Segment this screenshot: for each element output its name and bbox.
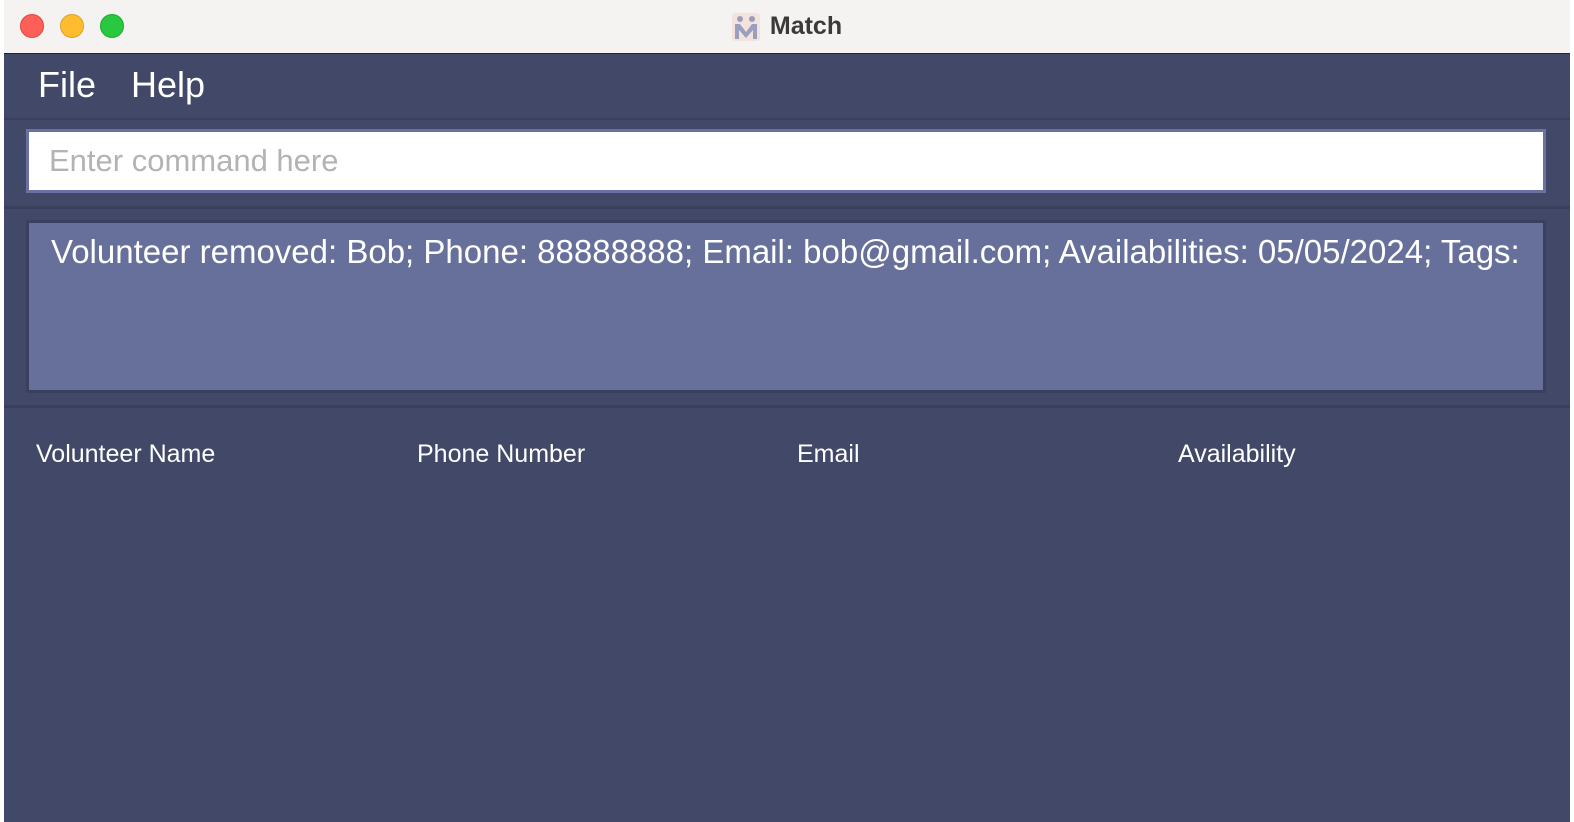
volunteer-list[interactable]: Volunteer Name Phone Number Email Availa…: [4, 408, 1570, 822]
command-input[interactable]: [26, 129, 1546, 193]
command-pane: [4, 120, 1570, 209]
title-group: Match: [4, 0, 1570, 53]
window-title: Match: [769, 12, 843, 40]
column-header-email: Email: [797, 440, 860, 468]
match-app-icon: [731, 12, 760, 41]
column-header-volunteer-name: Volunteer Name: [36, 440, 216, 468]
column-header-availability: Availability: [1178, 440, 1296, 468]
menu-file[interactable]: File: [38, 64, 96, 106]
app-window: Match File Help Volunteer removed: Bob; …: [4, 0, 1570, 822]
menu-bar: File Help: [4, 54, 1570, 120]
menu-help[interactable]: Help: [131, 64, 205, 106]
title-bar[interactable]: Match: [4, 0, 1570, 54]
result-display[interactable]: Volunteer removed: Bob; Phone: 88888888;…: [26, 220, 1546, 393]
result-pane: Volunteer removed: Bob; Phone: 88888888;…: [4, 209, 1570, 408]
result-message: Volunteer removed: Bob; Phone: 88888888;…: [51, 233, 1520, 270]
column-header-phone-number: Phone Number: [417, 440, 586, 468]
